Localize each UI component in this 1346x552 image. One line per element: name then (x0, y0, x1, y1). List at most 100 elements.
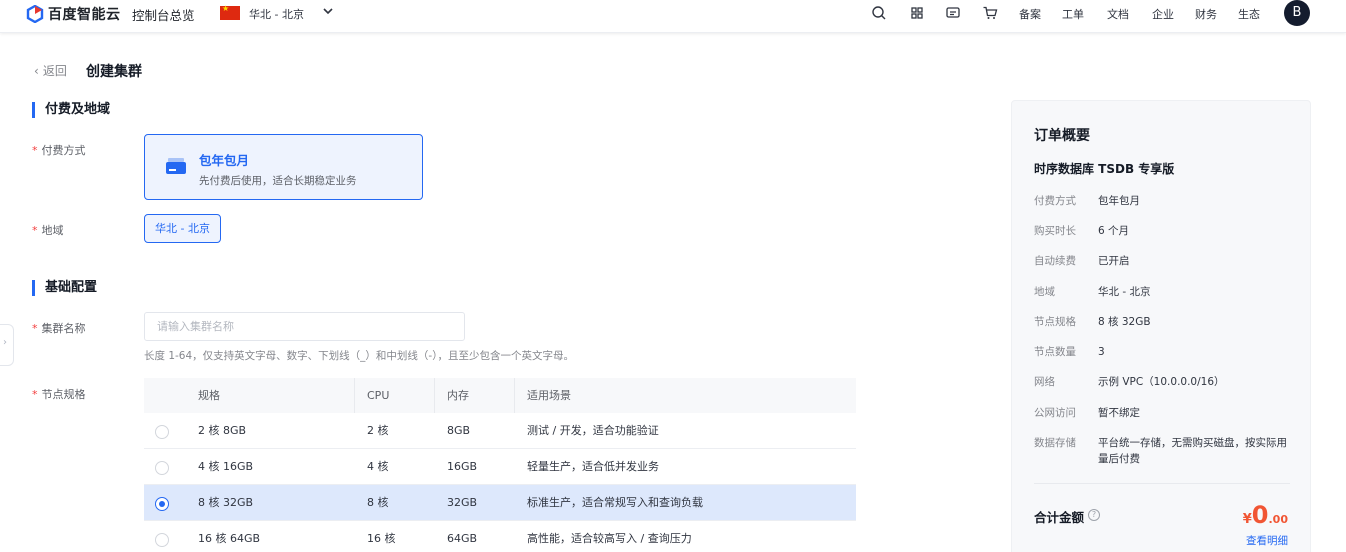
chevron-left-icon: ‹ (34, 63, 39, 78)
summary-key: 节点规格 (1034, 316, 1076, 328)
payment-option-monthly[interactable]: 包年包月 先付费后使用，适合长期稳定业务 (144, 134, 423, 200)
summary-key: 地域 (1034, 286, 1055, 298)
column-header-cpu: CPU (367, 389, 390, 402)
back-link[interactable]: ‹ 返回 (34, 62, 67, 79)
summary-divider (1034, 483, 1290, 484)
summary-value: 示例 VPC（10.0.0.0/16） (1098, 376, 1225, 388)
cluster-name-label: * 集群名称 (32, 322, 86, 335)
summary-value: 6 个月 (1098, 225, 1130, 237)
nav-ticket[interactable]: 工单 (1062, 6, 1084, 22)
summary-value: 暂不绑定 (1098, 407, 1140, 419)
brand-name: 百度智能云 (48, 7, 121, 23)
node-spec-table: 规格 CPU 内存 适用场景 2 核 8GB 2 核 8GB 测试 / 开发，适… (144, 378, 856, 552)
total-price: ¥0.00 (1243, 501, 1288, 529)
back-label: 返回 (42, 64, 67, 78)
cpu-cell: 4 核 (367, 460, 389, 473)
message-icon[interactable] (945, 5, 961, 21)
grid-icon[interactable] (909, 5, 925, 21)
scenario-cell: 高性能，适合较高写入 / 查询压力 (527, 532, 692, 545)
summary-value: 包年包月 (1098, 195, 1140, 207)
top-navbar: 百度智能云 控制台总览 华北 - 北京 备案 工单 文档 企业 财务 生态 B (0, 0, 1346, 33)
chevron-down-icon[interactable] (322, 5, 334, 17)
view-details-link[interactable]: 查看明细 (1246, 533, 1288, 548)
spec-radio[interactable] (155, 533, 169, 547)
table-header: 规格 CPU 内存 适用场景 (144, 378, 856, 413)
table-row[interactable]: 2 核 8GB 2 核 8GB 测试 / 开发，适合功能验证 (144, 413, 856, 449)
summary-value: 已开启 (1098, 255, 1130, 267)
summary-value: 8 核 32GB (1098, 316, 1151, 328)
summary-key: 自动续费 (1034, 255, 1076, 267)
table-row-selected[interactable]: 8 核 32GB 8 核 32GB 标准生产，适合常规写入和查询负载 (144, 485, 856, 521)
region-selector[interactable]: 华北 - 北京 (249, 6, 304, 22)
product-name: 时序数据库 TSDB 专享版 (1034, 162, 1175, 176)
cloud-logo-icon (26, 5, 44, 23)
summary-key: 节点数量 (1034, 346, 1076, 358)
avatar[interactable]: B (1284, 0, 1310, 26)
sidebar-expand-handle[interactable] (0, 324, 14, 366)
summary-value: 3 (1098, 346, 1105, 358)
column-divider (354, 378, 355, 413)
spec-cell: 2 核 8GB (198, 424, 247, 437)
spec-radio[interactable] (155, 461, 169, 475)
summary-key: 网络 (1034, 376, 1055, 388)
payment-option-desc: 先付费后使用，适合长期稳定业务 (199, 175, 357, 187)
summary-value: 华北 - 北京 (1098, 286, 1151, 298)
order-summary-title: 订单概要 (1034, 128, 1090, 144)
required-mark: * (32, 224, 38, 237)
summary-key: 公网访问 (1034, 407, 1076, 419)
brand-logo[interactable]: 百度智能云 (26, 4, 121, 24)
summary-key: 购买时长 (1034, 225, 1076, 237)
spec-radio-checked[interactable] (155, 497, 169, 511)
summary-value: 平台统一存储，无需购买磁盘，按实际用量后付费 (1098, 437, 1287, 465)
search-icon[interactable] (871, 5, 887, 21)
column-header-spec: 规格 (198, 389, 220, 402)
nav-finance[interactable]: 财务 (1195, 6, 1217, 22)
total-amount-label: 合计金额 (1034, 510, 1085, 525)
scenario-cell: 标准生产，适合常规写入和查询负载 (527, 496, 703, 509)
cluster-name-hint: 长度 1-64，仅支持英文字母、数字、下划线（_）和中划线（-），且至少包含一个… (144, 350, 574, 362)
spec-cell: 8 核 32GB (198, 496, 254, 509)
price-decimal: .00 (1268, 513, 1289, 526)
china-flag-icon (220, 4, 240, 20)
region-label: * 地域 (32, 224, 64, 237)
section-title-billing: 付费及地域 (32, 102, 110, 118)
nav-enterprise[interactable]: 企业 (1152, 6, 1174, 22)
cluster-name-input[interactable] (144, 312, 465, 341)
column-divider (514, 378, 515, 413)
required-mark: * (32, 322, 38, 335)
node-spec-label: * 节点规格 (32, 388, 86, 401)
spec-radio[interactable] (155, 425, 169, 439)
nav-docs[interactable]: 文档 (1107, 6, 1129, 22)
scenario-cell: 轻量生产，适合低并发业务 (527, 460, 659, 473)
memory-cell: 32GB (447, 496, 478, 509)
cart-icon[interactable] (982, 5, 998, 21)
column-header-memory: 内存 (447, 389, 469, 402)
required-mark: * (32, 388, 38, 401)
summary-key: 付费方式 (1034, 195, 1076, 207)
summary-key: 数据存储 (1034, 437, 1076, 449)
spec-cell: 4 核 16GB (198, 460, 254, 473)
cpu-cell: 8 核 (367, 496, 389, 509)
console-overview-link[interactable]: 控制台总览 (132, 5, 195, 24)
nav-ecosystem[interactable]: 生态 (1238, 6, 1260, 22)
cpu-cell: 16 核 (367, 532, 396, 545)
table-row[interactable]: 16 核 64GB 16 核 64GB 高性能，适合较高写入 / 查询压力 (144, 521, 856, 552)
order-summary-panel: 订单概要 时序数据库 TSDB 专享版 付费方式 包年包月 购买时长 6 个月 … (1011, 100, 1311, 552)
memory-cell: 8GB (447, 424, 471, 437)
price-integer: 0 (1251, 501, 1269, 529)
server-icon (166, 158, 186, 174)
nav-filing[interactable]: 备案 (1019, 6, 1041, 22)
page-title: 创建集群 (86, 64, 142, 80)
price-currency: ¥ (1242, 512, 1252, 527)
section-title-basic: 基础配置 (32, 280, 97, 296)
spec-cell: 16 核 64GB (198, 532, 261, 545)
table-row[interactable]: 4 核 16GB 4 核 16GB 轻量生产，适合低并发业务 (144, 449, 856, 485)
payment-method-label: * 付费方式 (32, 144, 86, 157)
column-header-scenario: 适用场景 (527, 389, 571, 402)
column-divider (434, 378, 435, 413)
scenario-cell: 测试 / 开发，适合功能验证 (527, 424, 659, 437)
region-option-beijing[interactable]: 华北 - 北京 (144, 214, 221, 243)
memory-cell: 64GB (447, 532, 478, 545)
required-mark: * (32, 144, 38, 157)
help-icon[interactable]: ? (1088, 509, 1100, 521)
